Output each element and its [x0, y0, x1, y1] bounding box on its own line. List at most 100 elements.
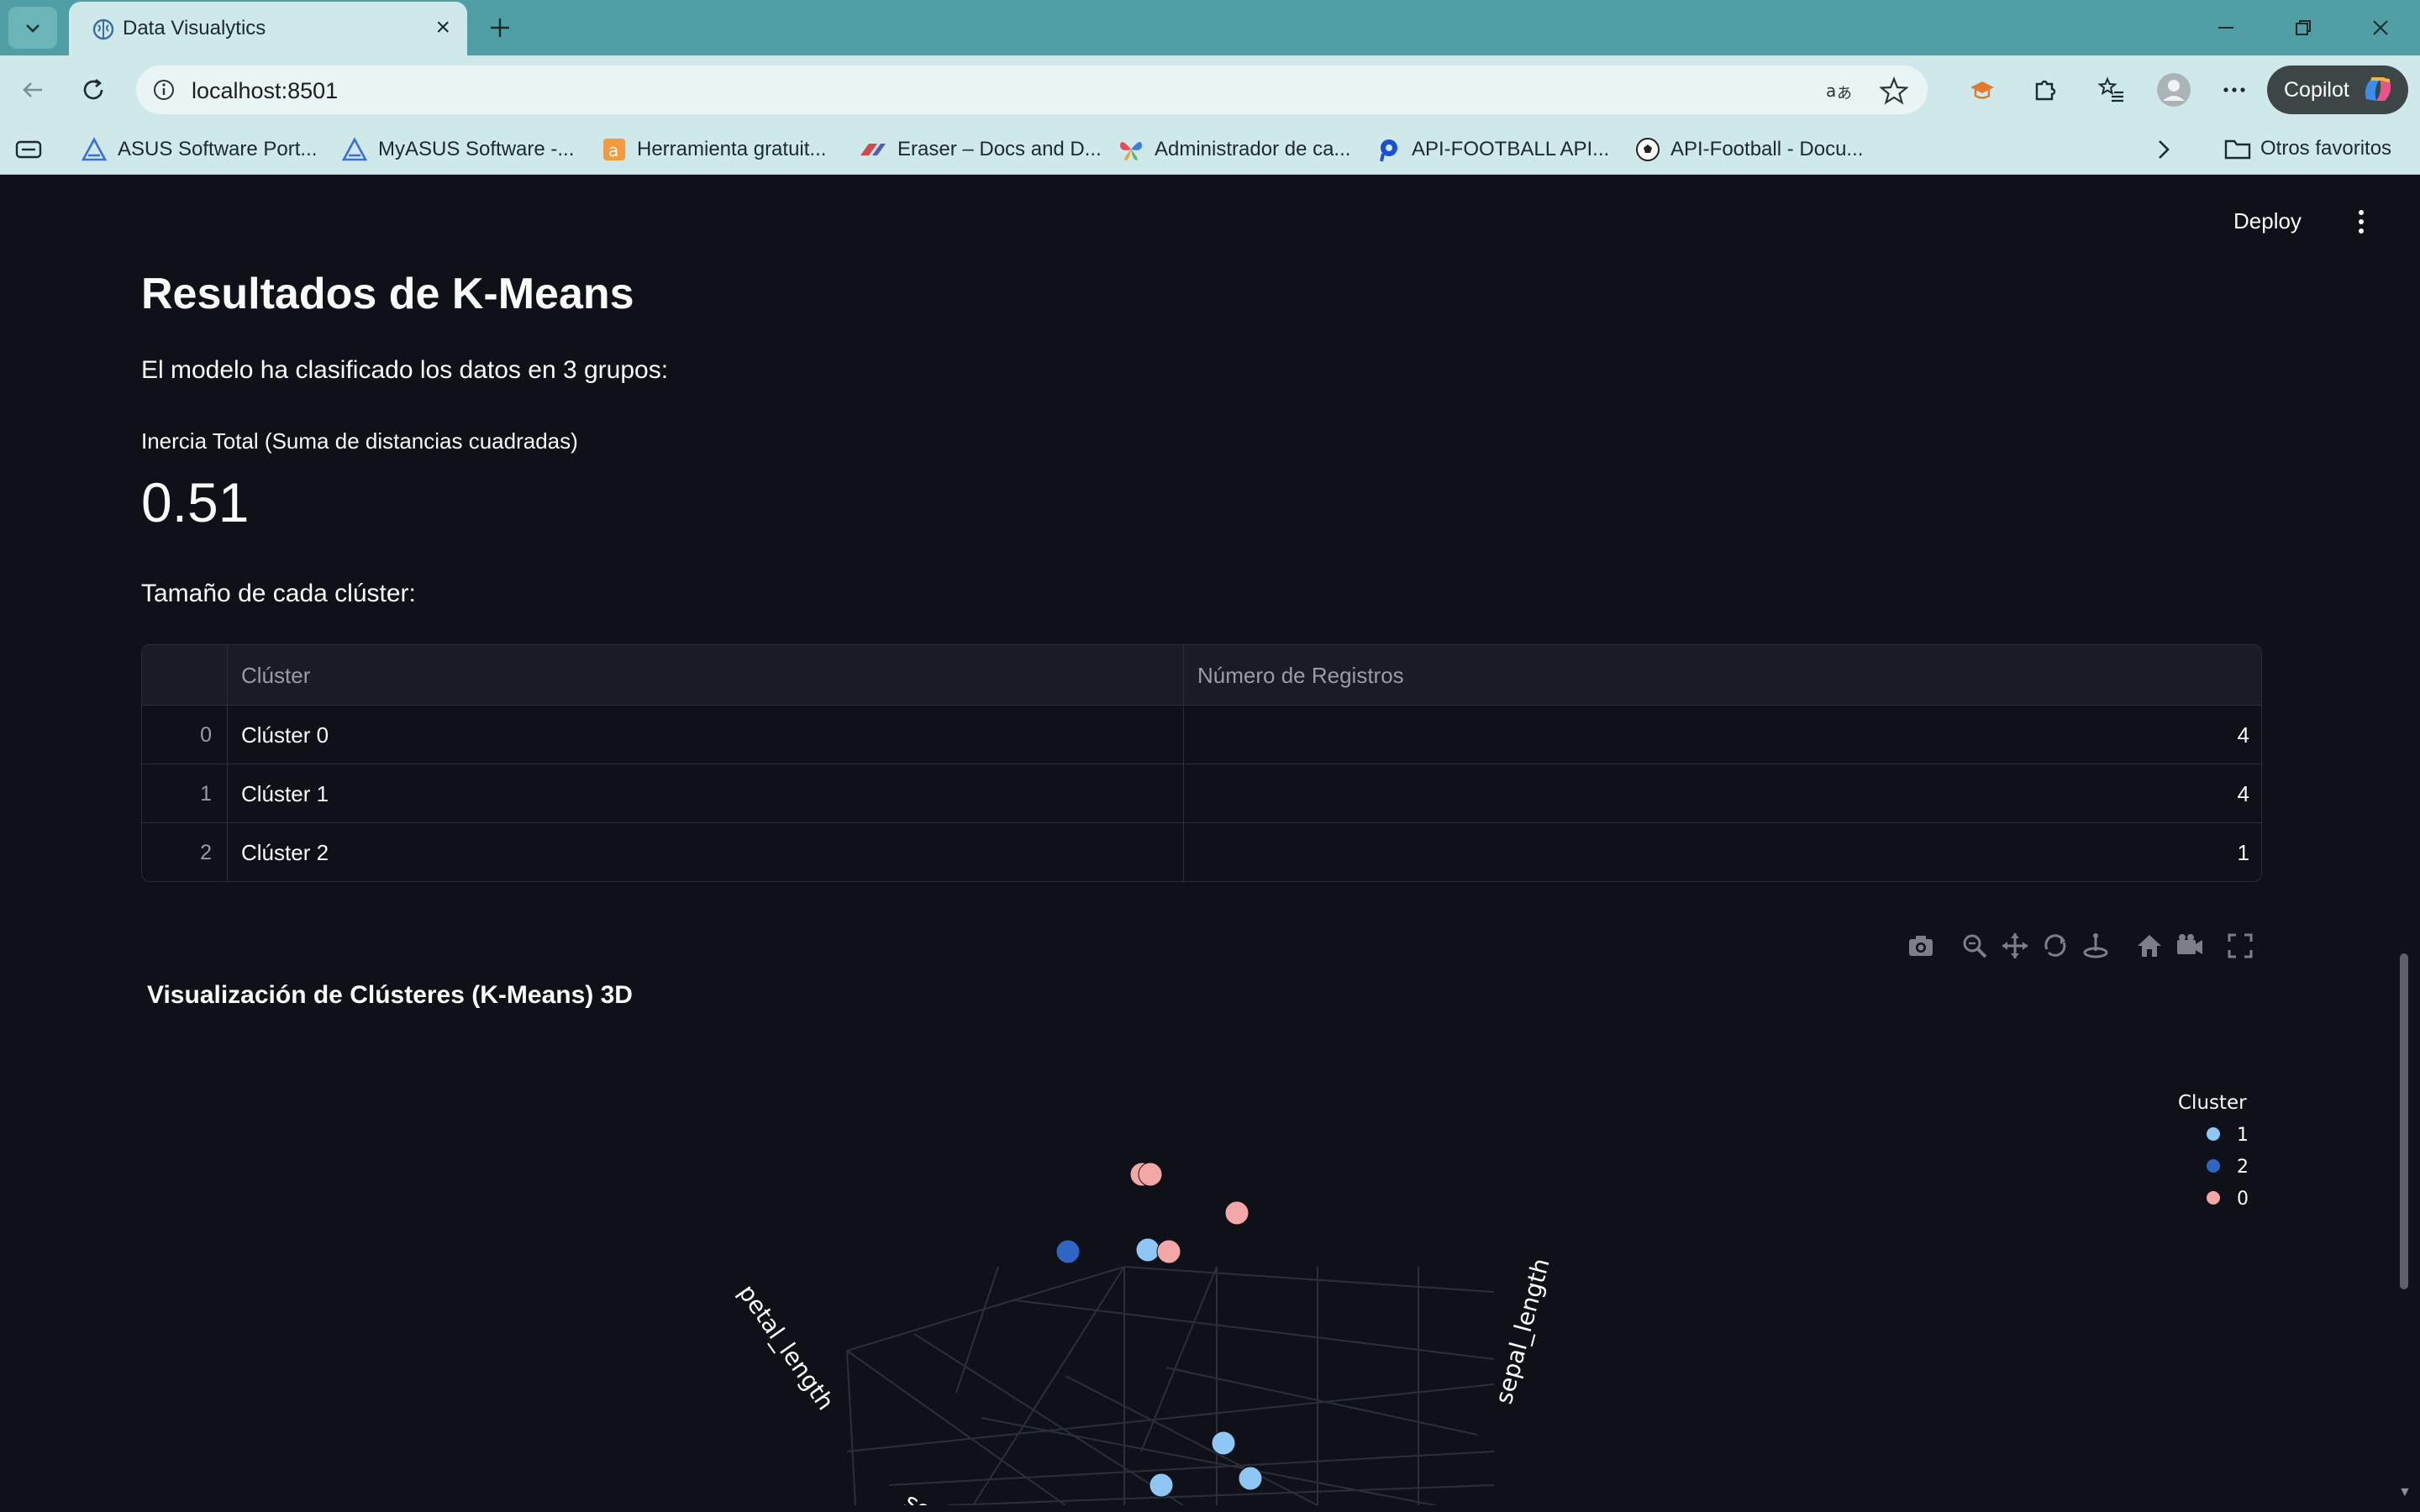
orbit-rotation-icon[interactable] [2040, 931, 2070, 961]
translate-icon: aあ [1826, 81, 1852, 102]
avatar-icon [2157, 73, 2191, 107]
cell-cluster[interactable]: Clúster 2 [228, 823, 1184, 881]
address-bar[interactable]: localhost:8501 aあ [136, 66, 1928, 114]
table-row[interactable]: 0 Clúster 0 4 [142, 706, 2261, 764]
scroll-down-arrow-icon[interactable]: ▼ [2398, 1485, 2412, 1500]
scrollbar-thumb[interactable] [2400, 953, 2408, 1289]
copilot-label: Copilot [2284, 78, 2349, 102]
chart-title: Visualización de Clústeres (K-Means) 3D [147, 981, 633, 1009]
gridline [846, 1350, 856, 1505]
bookmark-myasus[interactable]: MyASUS Software -... [341, 136, 574, 163]
cell-cluster[interactable]: Clúster 1 [228, 764, 1184, 822]
legend-entry-label[interactable]: 2 [2237, 1157, 2249, 1178]
navigation-toolbar: localhost:8501 aあ Copilot [0, 55, 2420, 124]
more-horizontal-icon [2223, 87, 2245, 92]
zoom-icon[interactable] [1960, 931, 1990, 961]
translate-button[interactable]: aあ [1823, 74, 1857, 108]
gridline [913, 1333, 1184, 1505]
chart-points[interactable] [1055, 1162, 1263, 1498]
minimize-button[interactable] [2205, 8, 2247, 47]
clusters-description: El modelo ha clasificado los datos en 3 … [141, 356, 669, 384]
reload-button[interactable] [72, 69, 114, 111]
pan-icon[interactable] [2000, 931, 2030, 961]
fullscreen-icon[interactable] [2225, 931, 2255, 961]
data-point-cluster-0[interactable] [1224, 1200, 1249, 1226]
new-tab-button[interactable] [481, 8, 519, 47]
butterfly-icon [1120, 142, 1142, 160]
extension-graduation-button[interactable] [1961, 69, 2003, 111]
column-header-cluster[interactable]: Clúster [228, 645, 1184, 705]
extensions-button[interactable] [2023, 69, 2065, 111]
favorite-button[interactable] [1877, 74, 1911, 108]
graduation-cap-icon [1970, 81, 1994, 99]
bookmark-label: API-Football - Docu... [1670, 138, 1864, 160]
reading-list-icon[interactable] [15, 139, 42, 160]
data-point-cluster-0[interactable] [1156, 1239, 1181, 1264]
app-viewport: Deploy Resultados de K-Means El modelo h… [7, 175, 2413, 1505]
chevron-right-icon[interactable] [2149, 136, 2178, 163]
legend-entry-label[interactable]: 0 [2237, 1189, 2249, 1210]
settings-more-button[interactable] [2213, 69, 2255, 111]
legend-marker[interactable] [2207, 1127, 2220, 1141]
browser-window: Data Visualytics × localhost:8501 aあ Cop… [0, 0, 2420, 1512]
copilot-button[interactable]: Copilot [2267, 66, 2408, 114]
favorites-button[interactable] [2091, 69, 2133, 111]
bookmark-eraser[interactable]: Eraser – Docs and D... [859, 136, 1102, 163]
arrow-left-icon [23, 82, 42, 97]
data-point-cluster-1[interactable] [1211, 1431, 1236, 1456]
tab-title: Data Visualytics [123, 17, 266, 39]
bookmark-api-football[interactable]: API-FOOTBALL API... [1376, 136, 1609, 163]
chart-axis-labels: sepal_lengthsepal_widthpetal_length [733, 1256, 1555, 1505]
chart-modebar [1897, 927, 2267, 964]
table-row[interactable]: 1 Clúster 1 4 [142, 764, 2261, 823]
legend-entry-label[interactable]: 1 [2237, 1125, 2249, 1146]
legend-marker[interactable] [2207, 1159, 2220, 1173]
cell-count[interactable]: 1 [1184, 823, 2261, 881]
close-tab-icon[interactable]: × [435, 13, 450, 42]
bookmark-herramienta[interactable]: a Herramienta gratuit... [602, 136, 826, 163]
table-row[interactable]: 2 Clúster 2 1 [142, 823, 2261, 881]
column-header-count[interactable]: Número de Registros [1184, 645, 2261, 705]
info-icon[interactable] [151, 77, 176, 102]
camera-icon[interactable] [1906, 931, 1936, 961]
cell-cluster[interactable]: Clúster 0 [228, 706, 1184, 764]
turntable-rotation-icon[interactable] [2081, 931, 2111, 961]
video-camera-icon[interactable] [2175, 931, 2205, 961]
other-favorites[interactable]: Otros favoritos [2223, 136, 2391, 161]
data-point-cluster-2[interactable] [1055, 1239, 1081, 1264]
close-icon [2373, 20, 2388, 35]
data-point-cluster-1[interactable] [1149, 1473, 1174, 1498]
restore-button[interactable] [2282, 8, 2324, 47]
cell-count[interactable]: 4 [1184, 764, 2261, 822]
scatter3d-chart[interactable]: 4.44.64.855.233.23.41.41.6 sepal_lengths… [7, 1015, 2393, 1505]
gridline [1123, 1266, 1495, 1293]
cluster-size-table[interactable]: Clúster Número de Registros 0 Clúster 0 … [141, 644, 2262, 882]
asus-icon [81, 137, 108, 161]
active-tab[interactable]: Data Visualytics × [69, 2, 467, 55]
more-vertical-icon[interactable] [2351, 207, 2371, 237]
svg-text:a: a [1826, 81, 1836, 101]
amazon-icon: a [603, 139, 625, 160]
data-point-cluster-1[interactable] [1238, 1466, 1263, 1491]
folder-icon [2224, 139, 2251, 160]
legend-marker[interactable] [2207, 1191, 2220, 1205]
reload-icon [83, 78, 103, 100]
bookmark-api-football-docs[interactable]: API-Football - Docu... [1635, 136, 1863, 163]
tab-actions-menu[interactable] [8, 7, 57, 49]
data-point-cluster-0[interactable] [1138, 1162, 1163, 1187]
chart-gridlines [846, 1266, 1495, 1505]
cell-count[interactable]: 4 [1184, 706, 2261, 764]
star-icon [1880, 76, 1908, 105]
close-window-button[interactable] [2360, 8, 2402, 47]
page-scrollbar[interactable] [2396, 175, 2413, 1505]
url-text[interactable]: localhost:8501 [192, 78, 338, 104]
profile-button[interactable] [2153, 69, 2195, 111]
bookmark-asus-portal[interactable]: ASUS Software Port... [81, 136, 317, 163]
bookmark-label: MyASUS Software -... [378, 138, 575, 160]
deploy-button[interactable]: Deploy [2233, 208, 2302, 234]
bookmark-administrador[interactable]: Administrador de ca... [1118, 136, 1350, 163]
home-icon[interactable] [2134, 931, 2165, 961]
data-point-cluster-1[interactable] [1135, 1237, 1160, 1263]
chart-legend[interactable]: Cluster 1 2 0 [2178, 1092, 2249, 1210]
back-button[interactable] [12, 69, 54, 111]
